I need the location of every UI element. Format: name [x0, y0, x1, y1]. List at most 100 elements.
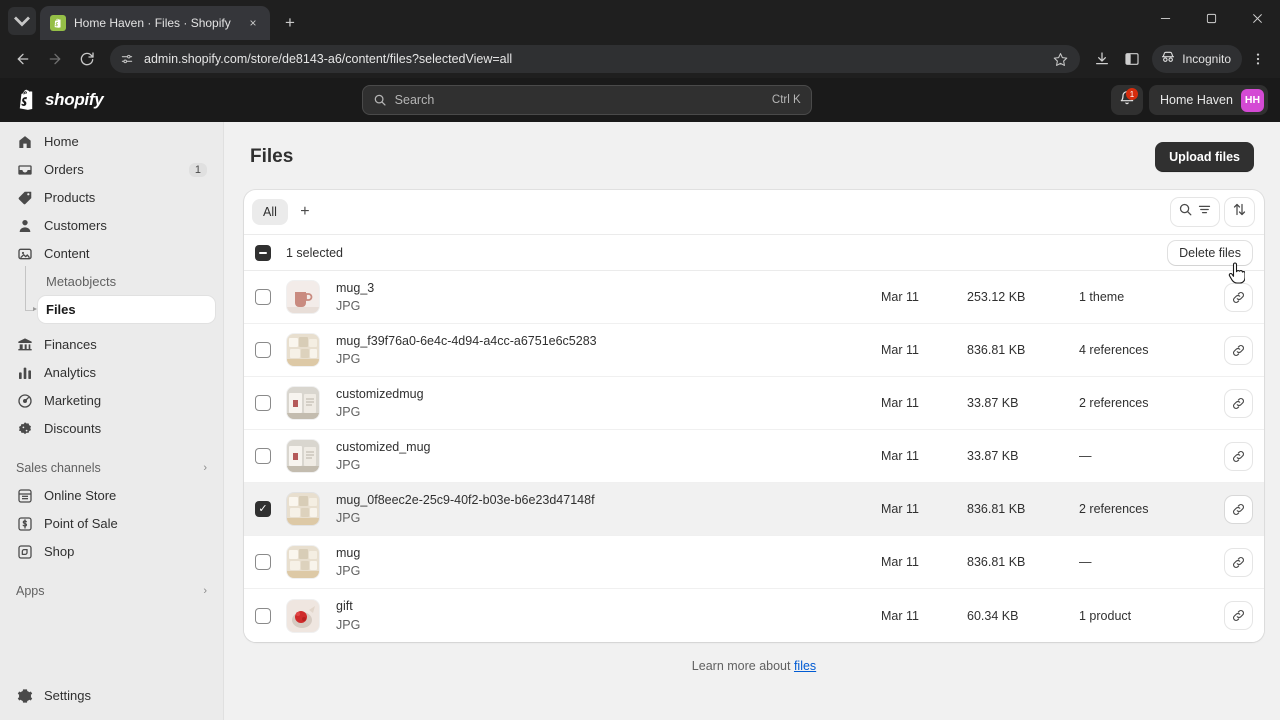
file-name-cell: mug_3 JPG [336, 279, 881, 315]
sidebar-item-online-store[interactable]: Online Store [8, 482, 215, 509]
sidebar-bottom: Settings [8, 682, 215, 720]
file-references: 2 references [1079, 396, 1149, 410]
sidebar-section-sales-channels[interactable]: Sales channels › [8, 454, 215, 482]
page-settings-icon[interactable] [118, 50, 136, 68]
file-thumbnail [287, 599, 319, 632]
view-tabs: All + [244, 190, 1264, 234]
table-row[interactable]: customized_mug JPG Mar 11 33.87 KB — [244, 430, 1264, 483]
notifications-button[interactable]: 1 [1111, 85, 1144, 115]
reload-icon[interactable] [72, 44, 102, 74]
row-checkbox[interactable] [255, 554, 271, 570]
sort-button[interactable] [1225, 198, 1254, 226]
browser-toolbar: admin.shopify.com/store/de8143-a6/conten… [0, 40, 1280, 78]
sidebar-item-shop[interactable]: Shop [8, 538, 215, 565]
admin-topbar: shopify Search Ctrl K 1 Home Haven HH [0, 78, 1280, 122]
sidebar-item-content[interactable]: Content [8, 240, 215, 267]
sidebar-item-orders[interactable]: Orders 1 [8, 156, 215, 183]
kebab-menu-icon[interactable] [1244, 45, 1272, 73]
table-row[interactable]: mug_3 JPG Mar 11 253.12 KB 1 theme [244, 271, 1264, 324]
incognito-indicator[interactable]: Incognito [1152, 45, 1242, 73]
copy-link-button[interactable] [1225, 442, 1252, 470]
sidebar-item-marketing[interactable]: Marketing [8, 387, 215, 414]
copy-link-button[interactable] [1225, 336, 1252, 364]
row-checkbox[interactable] [255, 342, 271, 358]
row-checkbox[interactable] [255, 289, 271, 305]
chevron-right-icon: › [203, 585, 207, 597]
table-row[interactable]: ✓ mug_0f8eec2e-25c9-40f2-b03e-b6e23d4714… [244, 483, 1264, 536]
copy-link-button[interactable] [1225, 495, 1252, 523]
sidebar-item-point-of-sale[interactable]: Point of Sale [8, 510, 215, 537]
address-bar[interactable]: admin.shopify.com/store/de8143-a6/conten… [110, 45, 1081, 73]
copy-link-button[interactable] [1225, 548, 1252, 576]
sidebar-item-products[interactable]: Products [8, 184, 215, 211]
browser-tab[interactable]: Home Haven · Files · Shopify × [40, 6, 270, 40]
content-subnav: Metaobjects Files [25, 266, 215, 324]
new-tab-button[interactable]: + [276, 9, 304, 37]
download-icon[interactable] [1088, 45, 1116, 73]
minimize-icon[interactable] [1142, 0, 1188, 36]
row-checkbox[interactable] [255, 448, 271, 464]
sidebar-item-finances[interactable]: Finances [8, 331, 215, 358]
delete-files-button[interactable]: Delete files [1168, 240, 1252, 265]
search-filter-button[interactable] [1171, 198, 1219, 226]
learn-more-footnote: Learn more about files [244, 642, 1264, 673]
sidebar-item-discounts[interactable]: Discounts [8, 415, 215, 442]
sidebar-subitem-label: Files [46, 302, 76, 317]
file-thumbnail [287, 546, 319, 578]
topbar-right: 1 Home Haven HH [1111, 85, 1268, 115]
upload-files-button[interactable]: Upload files [1155, 142, 1254, 172]
tab-all[interactable]: All [252, 199, 288, 225]
analytics-bars-icon [16, 365, 34, 381]
avatar: HH [1240, 88, 1264, 112]
search-icon [373, 93, 387, 107]
sidebar-item-customers[interactable]: Customers [8, 212, 215, 239]
shopify-admin: shopify Search Ctrl K 1 Home Haven HH Ho… [0, 78, 1280, 720]
side-panel-icon[interactable] [1118, 45, 1146, 73]
row-checkbox[interactable] [255, 607, 271, 624]
copy-link-button[interactable] [1225, 389, 1252, 417]
notifications-badge: 1 [1126, 88, 1139, 100]
add-view-button[interactable]: + [292, 199, 318, 225]
table-row[interactable]: gift JPG Mar 11 60.34 KB 1 product [244, 589, 1264, 642]
filter-icon [1197, 202, 1212, 222]
checkmark-icon: ✓ [258, 502, 268, 515]
file-thumbnail [287, 281, 319, 313]
footnote-prefix: Learn more about [691, 659, 794, 673]
file-name: mug_f39f76a0-6e4c-4d94-a4cc-a6751e6c5283 [336, 333, 597, 348]
shopify-logo[interactable]: shopify [12, 89, 212, 112]
browser-window: Home Haven · Files · Shopify × + admin.s… [0, 0, 1280, 720]
sidebar-item-settings[interactable]: Settings [8, 682, 215, 709]
close-icon[interactable] [1234, 0, 1280, 36]
file-name-cell: customizedmug JPG [336, 385, 881, 421]
file-name: mug_0f8eec2e-25c9-40f2-b03e-b6e23d47148f [336, 492, 595, 507]
forward-arrow-icon[interactable] [40, 44, 70, 74]
row-checkbox[interactable] [255, 395, 271, 411]
sidebar-section-apps[interactable]: Apps › [8, 577, 215, 605]
tab-close-icon[interactable]: × [244, 14, 262, 32]
sidebar-item-metaobjects[interactable]: Metaobjects [38, 268, 215, 295]
file-thumbnail [287, 387, 319, 419]
file-references: 2 references [1079, 502, 1149, 516]
back-arrow-icon[interactable] [8, 44, 38, 74]
copy-link-button[interactable] [1225, 602, 1252, 629]
copy-link-button[interactable] [1225, 283, 1252, 311]
maximize-icon[interactable] [1188, 0, 1234, 36]
table-row[interactable]: mug_f39f76a0-6e4c-4d94-a4cc-a6751e6c5283… [244, 324, 1264, 377]
sidebar-item-home[interactable]: Home [8, 128, 215, 155]
global-search-input[interactable]: Search Ctrl K [361, 85, 812, 115]
sidebar-item-files[interactable]: Files [25, 296, 215, 323]
search-shortcut: Ctrl K [771, 94, 801, 106]
table-row[interactable]: customizedmug JPG Mar 11 33.87 KB 2 refe… [244, 377, 1264, 430]
star-icon[interactable] [1050, 49, 1070, 69]
files-help-link[interactable]: files [794, 659, 816, 673]
point-of-sale-icon [16, 516, 34, 532]
card-tools [1171, 198, 1254, 226]
table-row[interactable]: mug JPG Mar 11 836.81 KB — [244, 536, 1264, 589]
tab-search-icon[interactable] [8, 7, 36, 35]
store-switcher[interactable]: Home Haven HH [1149, 85, 1268, 115]
file-size: 836.81 KB [967, 343, 1026, 357]
sidebar-item-analytics[interactable]: Analytics [8, 359, 215, 386]
row-checkbox[interactable]: ✓ [255, 501, 271, 517]
file-size: 60.34 KB [967, 608, 1019, 623]
select-all-checkbox[interactable] [255, 244, 271, 261]
